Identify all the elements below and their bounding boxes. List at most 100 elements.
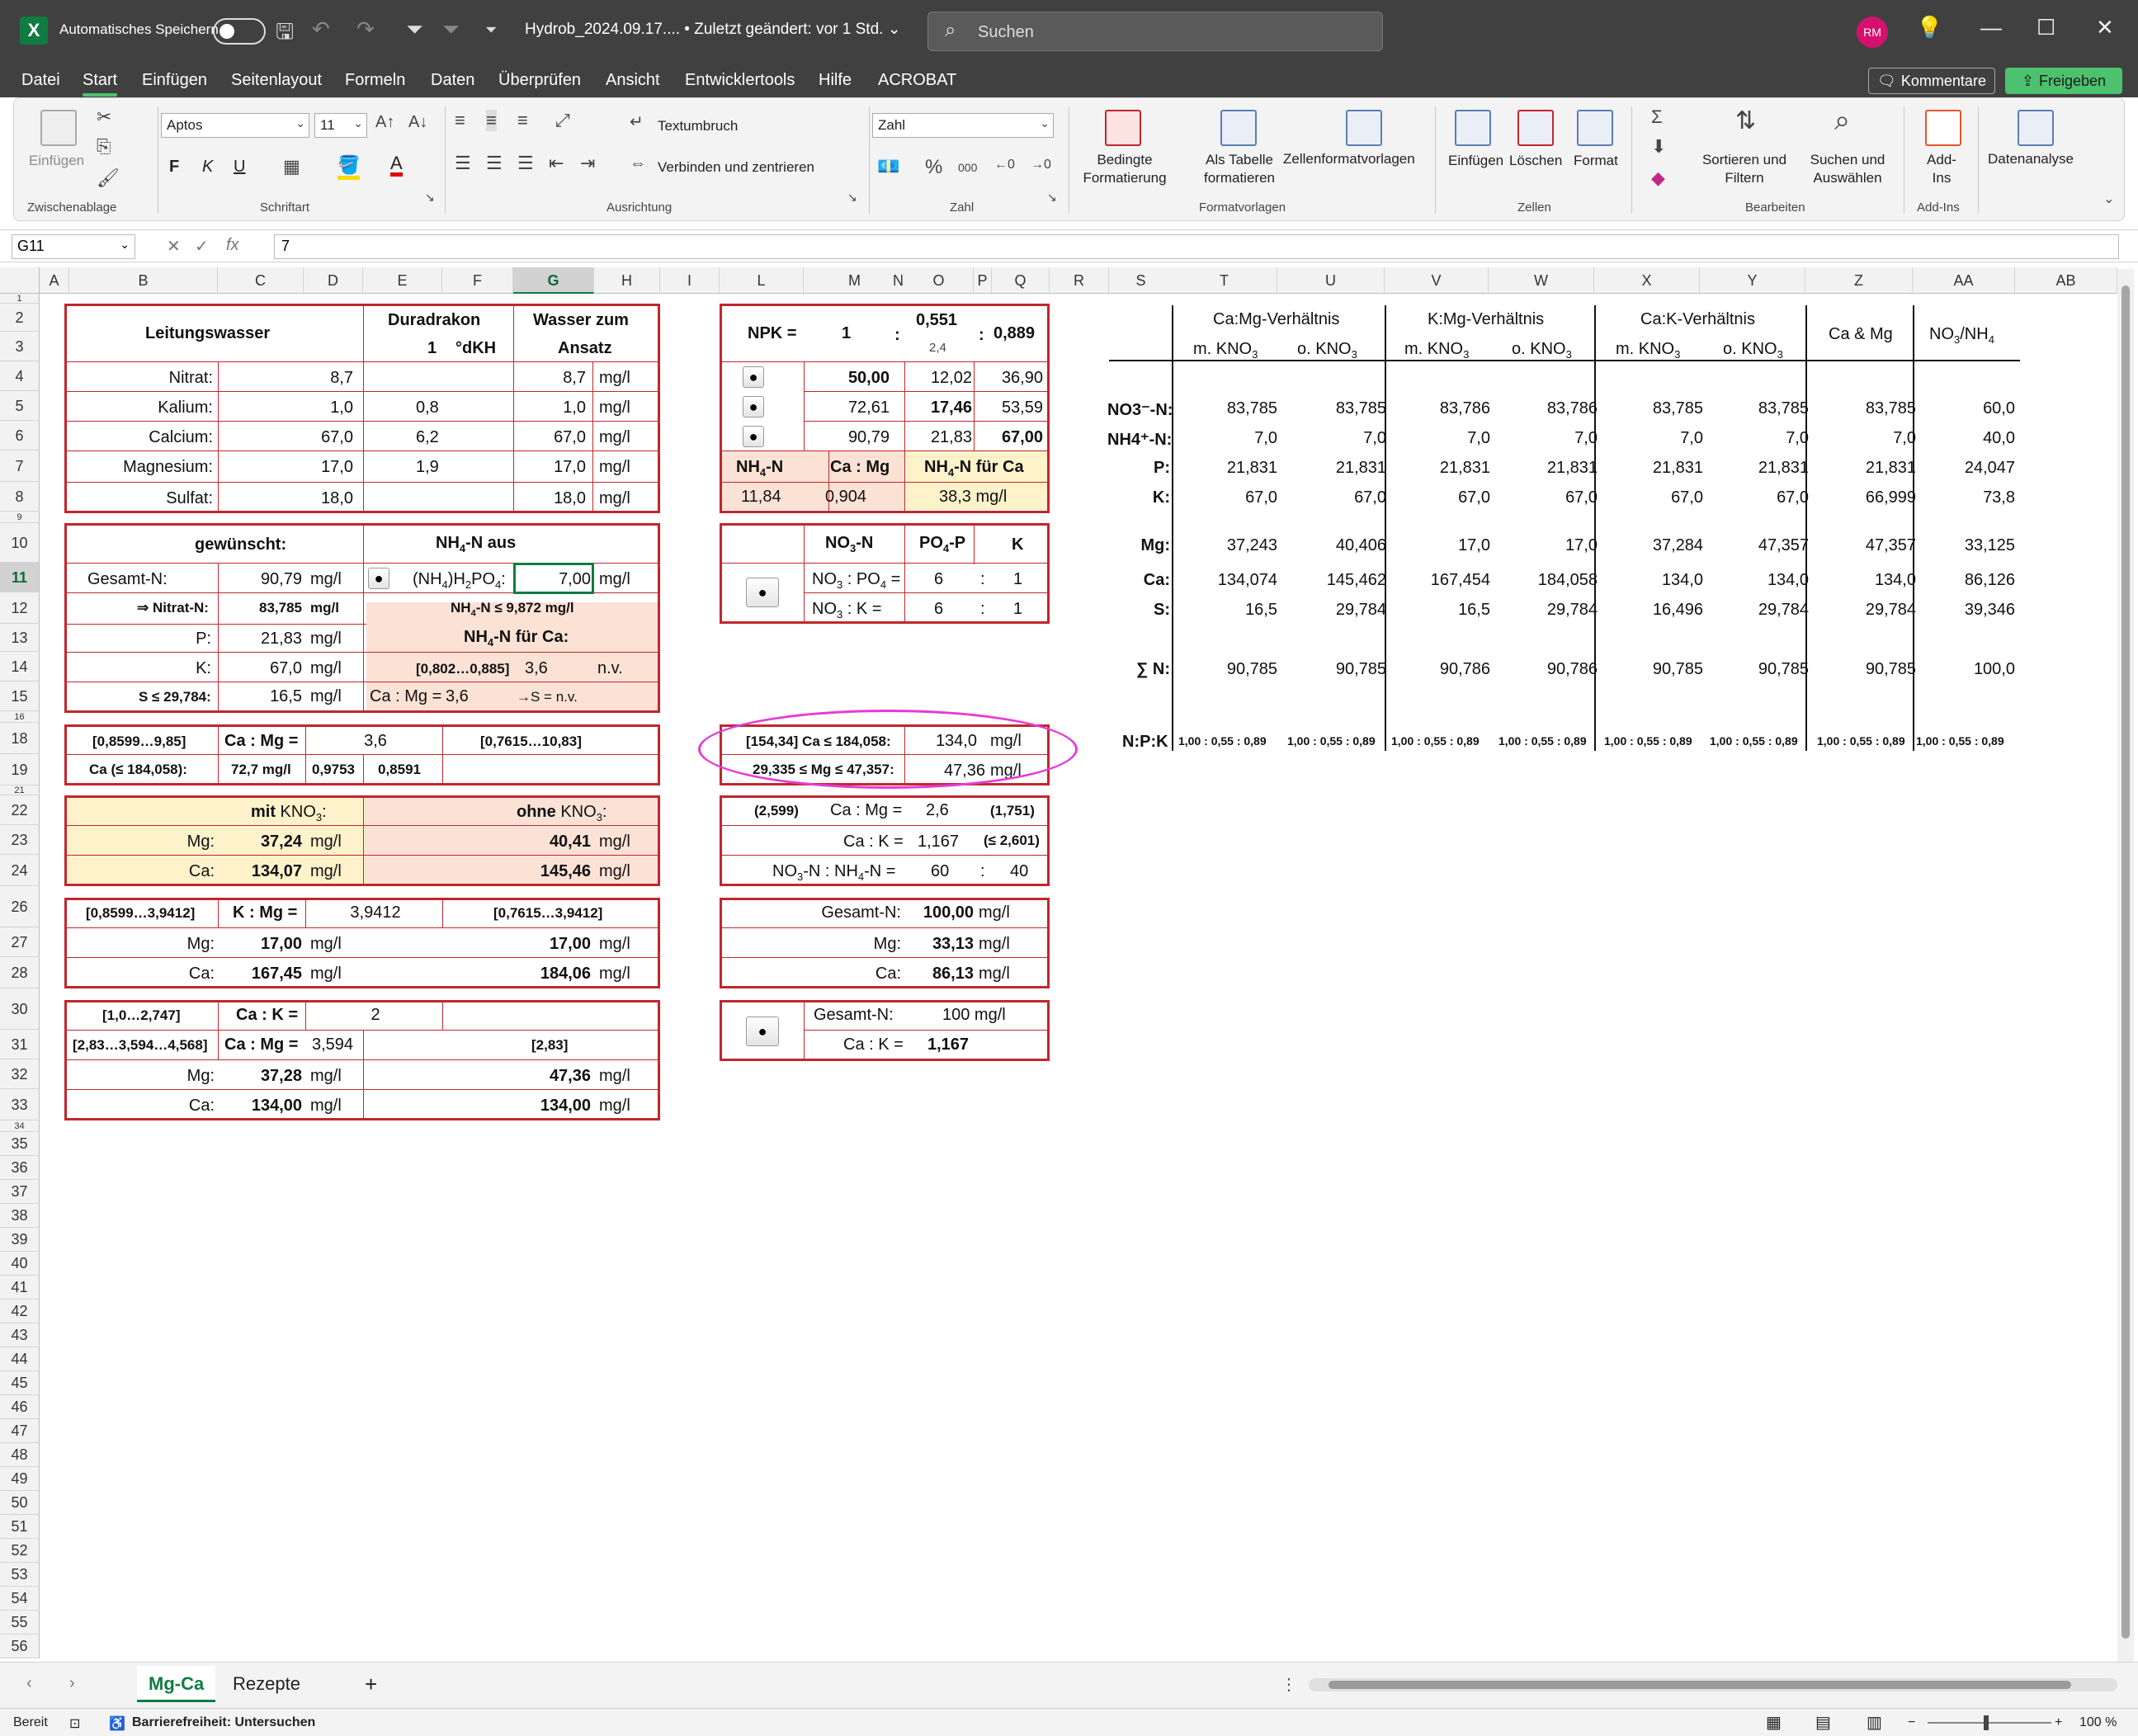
zoom-out-icon[interactable]: − bbox=[1908, 1715, 1915, 1730]
autosave-toggle[interactable] bbox=[213, 18, 266, 45]
row-header-13[interactable]: 13 bbox=[0, 624, 40, 652]
row-header-23[interactable]: 23 bbox=[0, 825, 40, 855]
row-header-19[interactable]: 19 bbox=[0, 754, 40, 785]
fill-color-icon[interactable]: 🪣 bbox=[337, 154, 361, 180]
vertical-scroll-thumb[interactable] bbox=[2121, 285, 2130, 1639]
menu-acrobat[interactable]: ACROBAT bbox=[878, 71, 956, 90]
percent-icon[interactable]: % bbox=[925, 156, 942, 179]
thousands-icon[interactable]: 000 bbox=[958, 161, 977, 174]
row-header-44[interactable]: 44 bbox=[0, 1347, 40, 1371]
row-header-49[interactable]: 49 bbox=[0, 1467, 40, 1491]
row-header-15[interactable]: 15 bbox=[0, 682, 40, 711]
dialog-launcher-icon[interactable]: ↘ bbox=[425, 191, 435, 205]
row-header-11[interactable]: 11 bbox=[0, 563, 40, 592]
prev-sheet-icon[interactable]: ‹ bbox=[26, 1674, 32, 1693]
decrease-decimal-icon[interactable]: →0 bbox=[1031, 158, 1051, 172]
horizontal-scroll-thumb[interactable] bbox=[1329, 1681, 2071, 1689]
menu-hilfe[interactable]: Hilfe bbox=[819, 71, 852, 90]
bold-button[interactable]: F bbox=[169, 158, 179, 177]
paste-icon[interactable] bbox=[40, 110, 77, 146]
name-box[interactable]: G11 ⌄ bbox=[12, 234, 135, 259]
menu-entwicklertools[interactable]: Entwicklertools bbox=[685, 71, 795, 90]
row-header-45[interactable]: 45 bbox=[0, 1371, 40, 1395]
row-header-38[interactable]: 38 bbox=[0, 1204, 40, 1228]
column-header-p[interactable]: P bbox=[974, 267, 992, 294]
cell-styles-button[interactable]: Zellenformatvorlagen bbox=[1283, 151, 1415, 167]
decrease-indent-icon[interactable]: ⇤ bbox=[549, 153, 564, 174]
column-header-q[interactable]: Q bbox=[992, 267, 1050, 294]
cut-icon[interactable]: ✂ bbox=[97, 106, 111, 128]
row-header-7[interactable]: 7 bbox=[0, 451, 40, 482]
menu-start[interactable]: Start bbox=[83, 71, 118, 97]
row-header-50[interactable]: 50 bbox=[0, 1491, 40, 1515]
column-header-x[interactable]: X bbox=[1594, 267, 1700, 294]
wrap-text-button[interactable]: Textumbruch bbox=[658, 118, 738, 134]
row-header-8[interactable]: 8 bbox=[0, 482, 40, 512]
row-header-32[interactable]: 32 bbox=[0, 1059, 40, 1089]
find-select-button[interactable]: Suchen und Auswählen bbox=[1798, 151, 1897, 187]
clear-icon[interactable]: ◆ bbox=[1651, 167, 1665, 189]
row-header-42[interactable]: 42 bbox=[0, 1300, 40, 1323]
italic-button[interactable]: K bbox=[202, 158, 213, 177]
row-header-18[interactable]: 18 bbox=[0, 723, 40, 754]
radio-total-n[interactable]: ● bbox=[746, 1017, 779, 1046]
enter-icon[interactable]: ✓ bbox=[195, 236, 209, 257]
total-n-value[interactable]: 90,79 bbox=[224, 571, 302, 587]
column-header-d[interactable]: D bbox=[304, 267, 363, 294]
insert-function-icon[interactable]: fx bbox=[226, 236, 239, 255]
lightbulb-icon[interactable]: 💡 bbox=[1916, 15, 1942, 40]
macro-record-icon[interactable]: ⊡ bbox=[69, 1715, 80, 1732]
menu-seitenlayout[interactable]: Seitenlayout bbox=[231, 71, 322, 90]
row-header-40[interactable]: 40 bbox=[0, 1252, 40, 1276]
p-value[interactable]: 21,83 bbox=[224, 630, 302, 647]
zoom-level[interactable]: 100 % bbox=[2079, 1715, 2117, 1730]
font-size-select[interactable]: 11 ⌄ bbox=[314, 113, 367, 138]
column-header-aa[interactable]: AA bbox=[1913, 267, 2015, 294]
comments-button[interactable]: 🗨 Kommentare bbox=[1868, 68, 1995, 94]
row-header-48[interactable]: 48 bbox=[0, 1443, 40, 1467]
font-color-icon[interactable]: A bbox=[390, 154, 403, 177]
row-header-6[interactable]: 6 bbox=[0, 421, 40, 451]
column-header-s[interactable]: S bbox=[1109, 267, 1173, 294]
increase-indent-icon[interactable]: ⇥ bbox=[580, 153, 595, 174]
total-n-value[interactable]: 100 mg/l bbox=[942, 1007, 1006, 1023]
copy-icon[interactable]: ⎘ bbox=[97, 136, 111, 158]
row-header-34[interactable]: 34 bbox=[0, 1120, 40, 1132]
row-header-14[interactable]: 14 bbox=[0, 652, 40, 682]
row-header-47[interactable]: 47 bbox=[0, 1419, 40, 1443]
search-box[interactable]: ⌕ Suchen bbox=[927, 12, 1383, 51]
column-header-u[interactable]: U bbox=[1277, 267, 1385, 294]
maximize-icon[interactable]: ☐ bbox=[2037, 15, 2055, 40]
column-header-v[interactable]: V bbox=[1385, 267, 1489, 294]
add-sheet-button[interactable]: + bbox=[353, 1666, 389, 1702]
row-header-3[interactable]: 3 bbox=[0, 332, 40, 361]
column-header-a[interactable]: A bbox=[40, 267, 69, 294]
formula-input[interactable]: 7 bbox=[274, 234, 2119, 259]
column-header-y[interactable]: Y bbox=[1700, 267, 1805, 294]
row-header-12[interactable]: 12 bbox=[0, 592, 40, 624]
minimize-icon[interactable]: — bbox=[1980, 15, 2002, 40]
redo-icon[interactable]: ↷ bbox=[356, 17, 375, 42]
align-middle-icon[interactable]: ≡ bbox=[486, 110, 497, 131]
column-header-w[interactable]: W bbox=[1489, 267, 1594, 294]
collapse-ribbon-icon[interactable]: ⌄ bbox=[2103, 191, 2114, 207]
align-right-icon[interactable]: ☰ bbox=[517, 153, 534, 174]
column-header-ab[interactable]: AB bbox=[2015, 267, 2117, 294]
file-title[interactable]: Hydrob_2024.09.17.... • Zuletzt geändert… bbox=[525, 20, 901, 39]
menu-ansicht[interactable]: Ansicht bbox=[606, 71, 660, 90]
column-header-c[interactable]: C bbox=[218, 267, 304, 294]
dialog-launcher-icon[interactable]: ↘ bbox=[1047, 191, 1057, 205]
column-header-r[interactable]: R bbox=[1050, 267, 1109, 294]
menu-ueberpruefen[interactable]: Überprüfen bbox=[498, 71, 581, 90]
currency-icon[interactable]: 💶 bbox=[877, 156, 899, 177]
avatar[interactable]: RM bbox=[1857, 17, 1888, 48]
format-painter-icon[interactable]: 🖌 bbox=[97, 167, 120, 189]
row-header-35[interactable]: 35 bbox=[0, 1132, 40, 1156]
save-icon[interactable]: 🖫 bbox=[276, 17, 294, 53]
fill-icon[interactable]: ⬇ bbox=[1651, 136, 1666, 158]
zoom-slider-thumb[interactable] bbox=[1984, 1715, 1989, 1730]
borders-icon[interactable]: ▦ bbox=[283, 156, 300, 177]
share-button[interactable]: ⇪ Freigeben bbox=[2005, 68, 2122, 94]
cancel-icon[interactable]: ✕ bbox=[167, 236, 181, 257]
tab-rezepte[interactable]: Rezepte bbox=[221, 1666, 312, 1702]
